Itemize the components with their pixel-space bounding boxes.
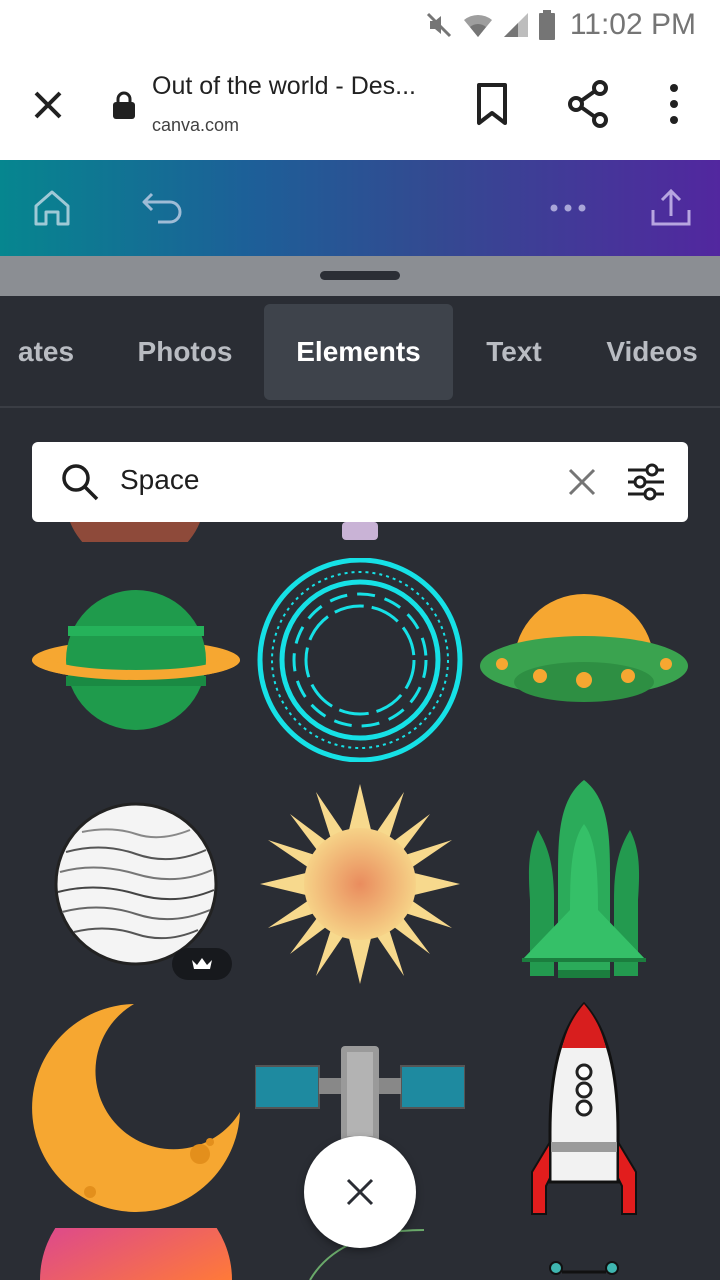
- cyan-portal-rings-element[interactable]: [255, 558, 465, 762]
- mute-icon: [426, 12, 451, 38]
- sketched-planet-element[interactable]: [52, 802, 220, 966]
- share-icon[interactable]: [566, 80, 610, 128]
- tab-templates[interactable]: ates: [0, 304, 92, 400]
- ringed-planet-element[interactable]: [30, 588, 242, 732]
- tab-videos[interactable]: Videos: [590, 304, 714, 400]
- crown-icon: [192, 958, 212, 969]
- ufo-element[interactable]: [478, 592, 690, 728]
- panel-tabs: ates Photos Elements Text Videos: [0, 296, 720, 408]
- status-time: 11:02 PM: [569, 8, 696, 41]
- drag-handle[interactable]: [320, 271, 400, 280]
- tab-text[interactable]: Text: [470, 304, 558, 400]
- wifi-icon: [463, 14, 492, 37]
- premium-badge: [172, 948, 232, 980]
- sun-element[interactable]: [260, 784, 460, 984]
- signal-icon: [503, 13, 528, 37]
- bookmark-icon[interactable]: [474, 82, 510, 126]
- partial-pink-planet-element[interactable]: [40, 1228, 232, 1280]
- close-panel-button[interactable]: [304, 1136, 416, 1248]
- partial-planet-element[interactable]: [60, 522, 210, 542]
- panel-drag-area[interactable]: [0, 256, 720, 296]
- clear-search-icon[interactable]: [566, 466, 598, 498]
- tab-photos[interactable]: Photos: [120, 304, 250, 400]
- crescent-moon-element[interactable]: [30, 1002, 242, 1214]
- upload-icon[interactable]: [650, 188, 692, 228]
- battery-icon: [538, 10, 555, 40]
- filter-icon[interactable]: [626, 462, 666, 502]
- app-screen: 11:02 PM Out of the world - Des... canva…: [0, 0, 720, 1280]
- search-box: Space: [32, 442, 688, 522]
- more-horizontal-icon[interactable]: [548, 200, 588, 216]
- lock-icon: [113, 91, 135, 119]
- browser-toolbar: Out of the world - Des... canva.com: [0, 50, 720, 160]
- page-domain[interactable]: canva.com: [152, 115, 239, 136]
- home-icon[interactable]: [32, 188, 72, 228]
- partial-robot-element[interactable]: [540, 1258, 630, 1280]
- elements-panel: ates Photos Elements Text Videos Space: [0, 296, 720, 1280]
- rocket-element[interactable]: [528, 1002, 640, 1216]
- editor-toolbar: [0, 160, 720, 256]
- close-icon[interactable]: [26, 83, 70, 127]
- status-bar: 11:02 PM: [0, 0, 720, 50]
- more-options-icon[interactable]: [660, 80, 688, 128]
- close-icon: [346, 1178, 374, 1206]
- undo-icon[interactable]: [140, 190, 184, 224]
- search-input[interactable]: Space: [120, 464, 199, 496]
- page-title[interactable]: Out of the world - Des...: [152, 72, 416, 101]
- satellite-element[interactable]: [255, 1046, 465, 1146]
- tab-elements[interactable]: Elements: [264, 304, 453, 400]
- space-shuttle-element[interactable]: [518, 780, 650, 990]
- search-icon: [62, 464, 99, 501]
- partial-element[interactable]: [342, 522, 378, 542]
